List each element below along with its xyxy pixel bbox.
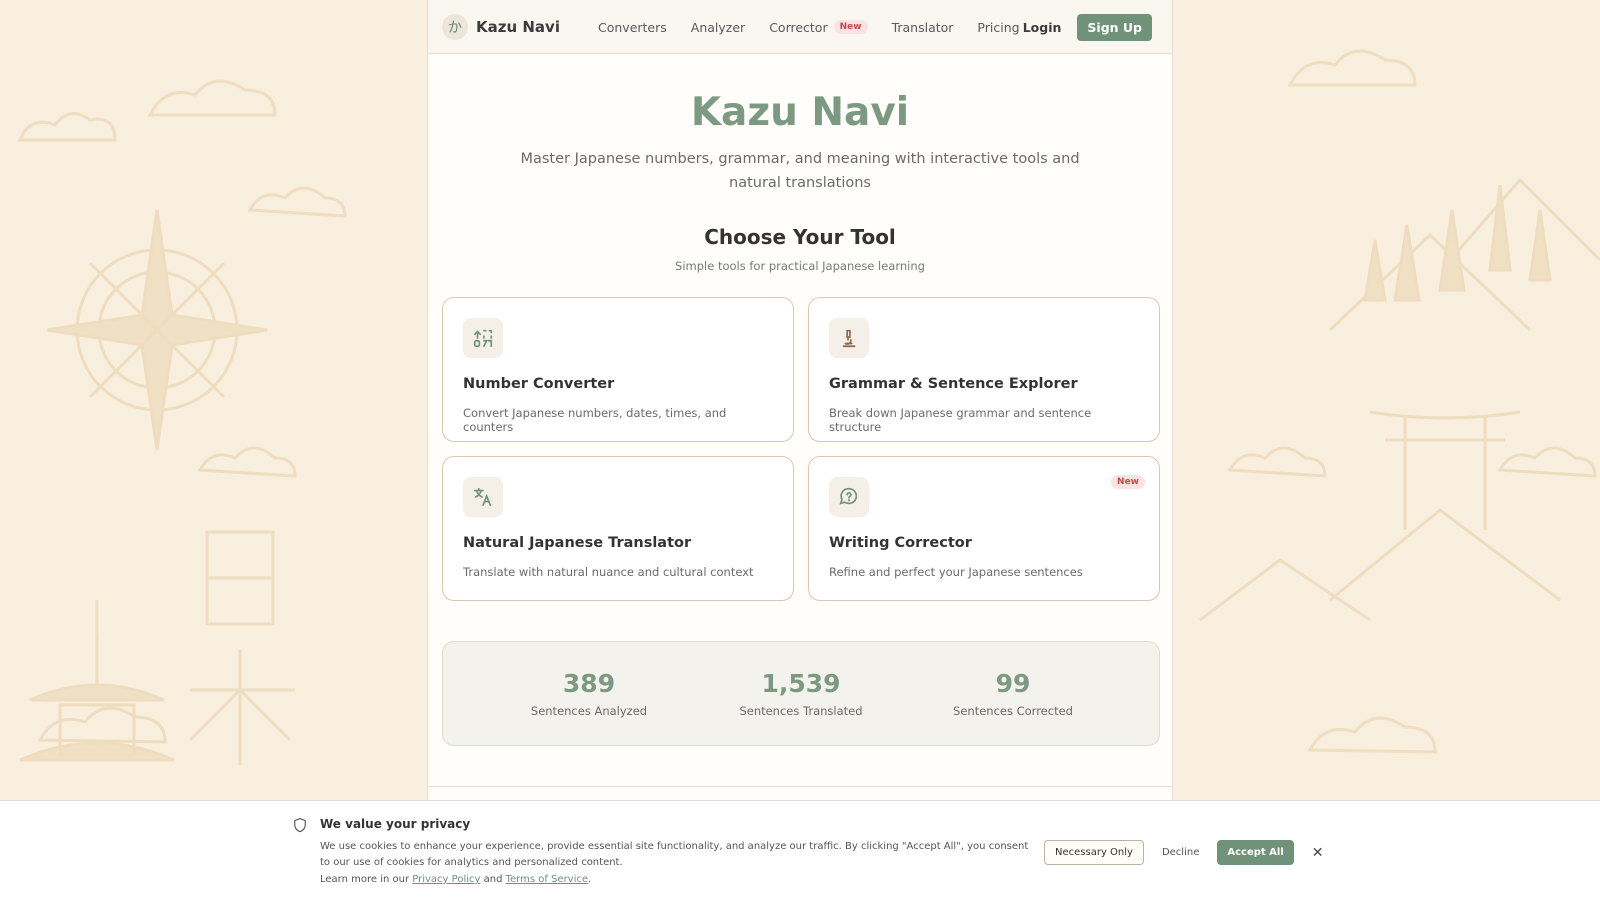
stats-panel: 389 Sentences Analyzed 1,539 Sentences T… (442, 641, 1160, 746)
translate-icon (463, 477, 503, 517)
card-description: Translate with natural nuance and cultur… (463, 565, 754, 579)
tool-cards: Number Converter Convert Japanese number… (442, 297, 1160, 601)
nav-link-analyzer[interactable]: Analyzer (691, 20, 745, 35)
card-translator[interactable]: Natural Japanese Translator Translate wi… (442, 456, 794, 601)
stat-label: Sentences Corrected (953, 704, 1073, 718)
learn-more-period: . (588, 874, 592, 885)
logo[interactable]: か Kazu Navi (442, 13, 560, 40)
nav-link-converters[interactable]: Converters (598, 20, 667, 35)
nav-link-label: Translator (891, 19, 954, 35)
logo-mark-icon: か (442, 13, 468, 40)
card-title: Number Converter (463, 376, 615, 392)
nav-auth: Login Sign Up (1023, 0, 1152, 54)
cookie-text: We use cookies to enhance your experienc… (320, 841, 1029, 868)
top-navbar: か Kazu Navi Converters Analyzer Correcto… (428, 0, 1172, 54)
signup-button[interactable]: Sign Up (1077, 13, 1152, 41)
login-link[interactable]: Login (1023, 20, 1062, 35)
card-writing-corrector[interactable]: New Writing Corrector Refine and perfect… (808, 456, 1160, 601)
nav-link-translator[interactable]: Translator (892, 20, 954, 35)
card-description: Break down Japanese grammar and sentence… (829, 406, 1092, 434)
shield-icon (293, 817, 307, 837)
card-grammar-explorer[interactable]: Grammar & Sentence Explorer Break down J… (808, 297, 1160, 442)
card-title: Grammar & Sentence Explorer (829, 376, 1078, 392)
cookie-banner: We value your privacy We use cookies to … (0, 800, 1600, 900)
new-badge: New (833, 20, 868, 34)
nav-link-pricing[interactable]: Pricing (977, 20, 1019, 35)
stat-analyzed: 389 Sentences Analyzed (499, 669, 679, 718)
stat-value: 389 (562, 669, 616, 698)
stat-value: 1,539 (761, 669, 841, 698)
section-subtitle: Simple tools for practical Japanese lear… (675, 259, 925, 273)
microscope-icon (829, 318, 869, 358)
terms-of-service-link[interactable]: Terms of Service (506, 874, 588, 885)
main-page: か Kazu Navi Converters Analyzer Correcto… (427, 0, 1173, 800)
card-number-converter[interactable]: Number Converter Convert Japanese number… (442, 297, 794, 442)
nav-links: Converters Analyzer Corrector New Transl… (598, 0, 1044, 54)
card-title: Writing Corrector (829, 535, 972, 551)
stat-value: 99 (995, 669, 1031, 698)
accept-all-button[interactable]: Accept All (1217, 840, 1294, 865)
cookie-learn-more: Learn more in our Privacy Policy and Ter… (320, 874, 591, 885)
card-title: Natural Japanese Translator (463, 535, 692, 551)
necessary-only-button[interactable]: Necessary Only (1044, 840, 1144, 865)
brand-name: Kazu Navi (476, 17, 560, 36)
stat-translated: 1,539 Sentences Translated (711, 669, 891, 718)
nav-link-label: Pricing (977, 19, 1020, 35)
close-icon[interactable]: ✕ (1312, 844, 1324, 861)
stat-corrected: 99 Sentences Corrected (923, 669, 1103, 718)
stat-label: Sentences Analyzed (530, 704, 648, 718)
decline-button[interactable]: Decline (1162, 847, 1199, 858)
hero-title: Kazu Navi (690, 90, 910, 135)
hero-subtitle: Master Japanese numbers, grammar, and me… (520, 151, 1080, 191)
nav-link-label: Converters (598, 19, 667, 35)
cookie-actions: Necessary Only Decline Accept All ✕ (1044, 840, 1324, 865)
number-convert-icon (463, 318, 503, 358)
learn-more-prefix: Learn more in our (320, 874, 410, 885)
new-badge: New (1111, 475, 1145, 489)
section-title: Choose Your Tool (704, 225, 896, 249)
stat-label: Sentences Translated (739, 704, 863, 718)
nav-link-corrector[interactable]: Corrector New (769, 19, 868, 35)
privacy-policy-link[interactable]: Privacy Policy (412, 874, 480, 885)
nav-link-label: Corrector (769, 19, 828, 35)
card-description: Refine and perfect your Japanese sentenc… (829, 565, 1083, 579)
message-question-icon (829, 477, 869, 517)
learn-more-and: and (483, 874, 503, 885)
nav-link-label: Analyzer (690, 19, 746, 35)
cookie-title: We value your privacy (320, 817, 471, 831)
divider (428, 786, 1172, 787)
card-description: Convert Japanese numbers, dates, times, … (463, 406, 727, 434)
